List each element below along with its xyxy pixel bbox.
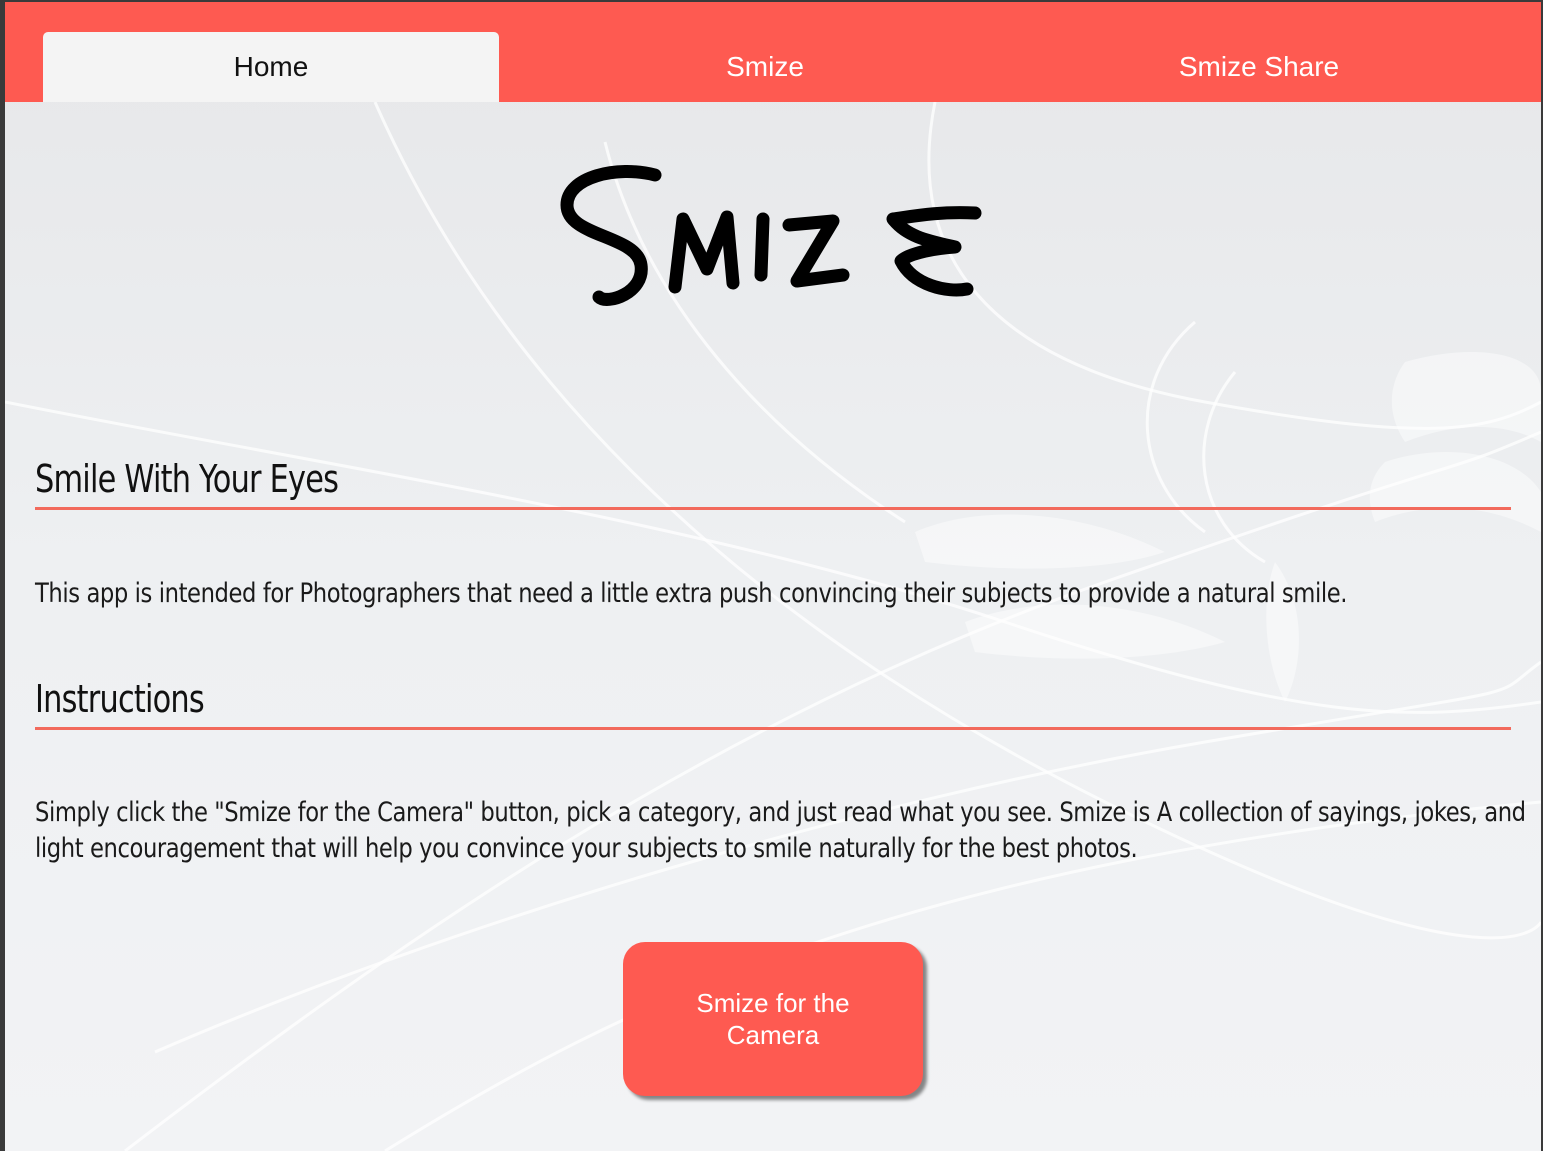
tab-smize-share[interactable]: Smize Share [1031,32,1487,102]
smize-for-the-camera-button[interactable]: Smize for the Camera [623,942,923,1096]
smize-for-the-camera-button-label: Smize for the Camera [696,988,850,1050]
instructions-paragraph: Simply click the "Smize for the Camera" … [35,795,1526,867]
tab-home-label: Home [233,51,309,82]
section-title-smile-with-your-eyes: Smile With Your Eyes [35,457,339,501]
section-divider [35,727,1511,730]
tab-smize[interactable]: Smize [537,32,993,102]
section-title-instructions: Instructions [35,677,205,721]
tab-smize-label: Smize [726,51,804,82]
section-divider [35,507,1511,510]
tab-smize-share-label: Smize Share [1178,51,1340,82]
tab-home[interactable]: Home [43,32,499,102]
instructions-line: light encouragement that will help you c… [35,833,1138,864]
smize-logo [560,165,982,306]
app-window: Home Smize Smize Share Smile With Your E… [5,2,1541,1151]
instructions-line: Simply click the "Smize for the Camera" … [35,797,1526,828]
intro-paragraph: This app is intended for Photographers t… [35,578,1348,609]
tab-bar: Home Smize Smize Share [5,2,1541,102]
